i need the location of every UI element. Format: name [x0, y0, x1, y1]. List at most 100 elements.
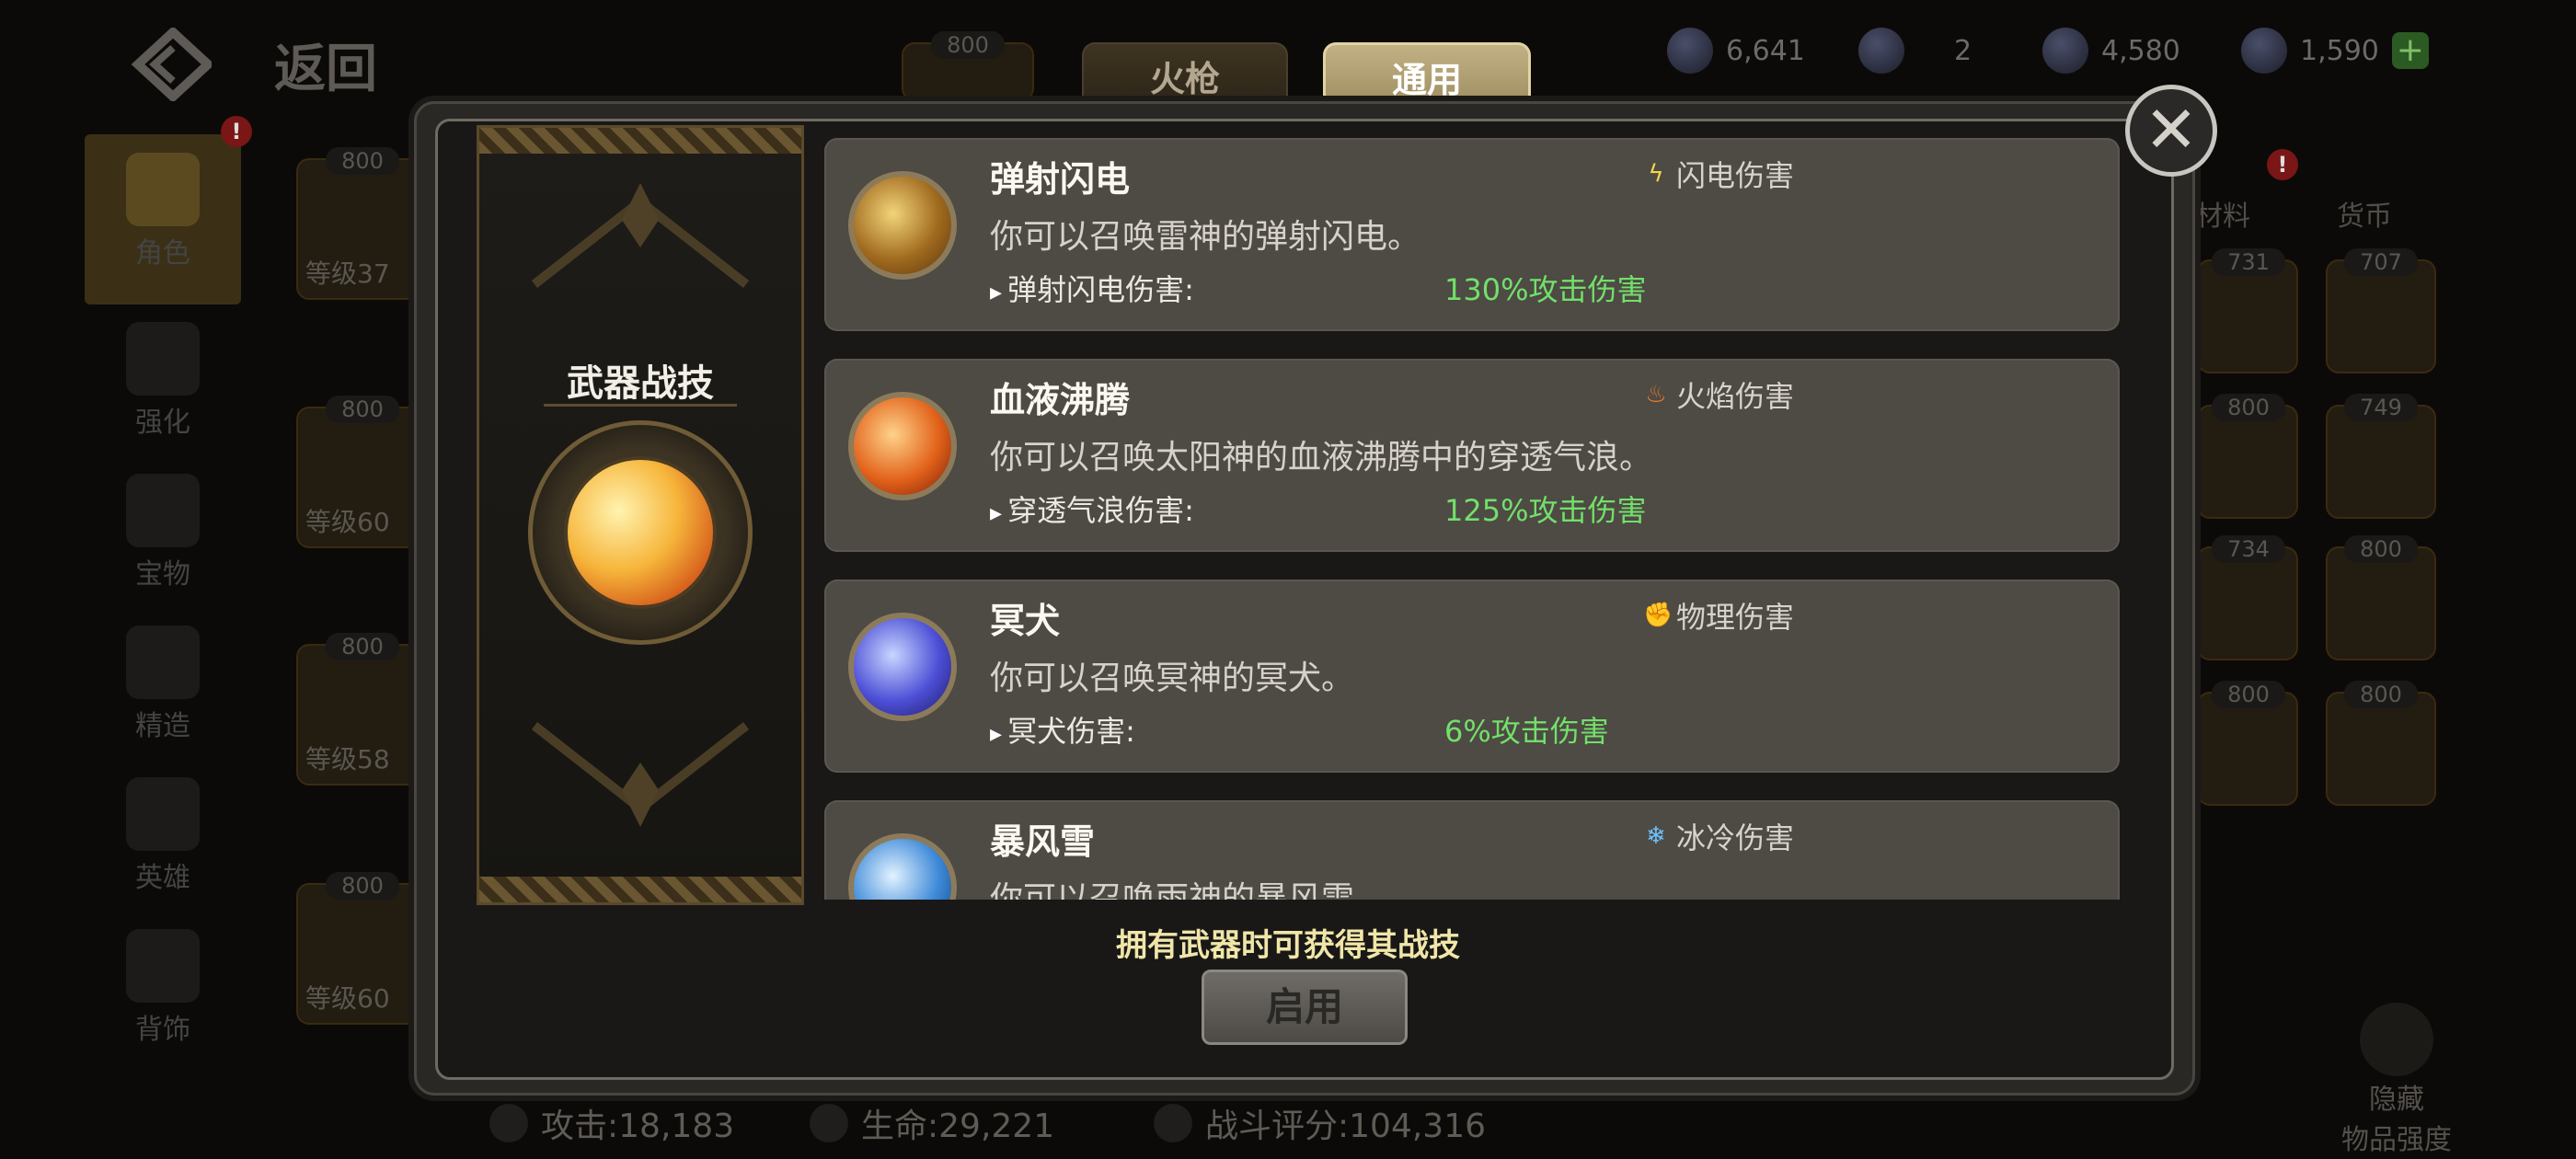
skill-list[interactable]: 弹射闪电 ϟ 闪电伤害 你可以召唤雷神的弹射闪电。 弹射闪电伤害: 130%攻击… [824, 138, 2122, 900]
inventory-item[interactable]: 731 [2197, 248, 2298, 373]
skill-description: 你可以召唤太阳神的血液沸腾中的穿透气浪。 [990, 439, 1653, 476]
skill-description: 你可以召唤雷神的弹射闪电。 [990, 218, 1421, 256]
equipment-slot[interactable]: 800 等级60 [296, 872, 420, 1025]
inventory-item[interactable]: 707 [2326, 248, 2436, 373]
hide-label-1: 隐藏 [2369, 1084, 2424, 1116]
wing-icon [126, 929, 200, 1003]
skill-damage-type: ✊ 物理伤害 [1643, 594, 1794, 637]
skill-name: 血液沸腾 [990, 380, 1131, 420]
skill-damage-type: ❄ 冰冷伤害 [1643, 815, 1794, 857]
stat-attack-value: 攻击:18,183 [541, 1107, 735, 1145]
skill-card[interactable]: 暴风雪 ❄ 冰冷伤害 你可以召唤雨神的暴风雪 [824, 800, 2120, 900]
resource-shell: 2 [1858, 26, 1972, 75]
stat-score: 战斗评分:104,316 [1154, 1099, 1486, 1147]
resource-value: 2 [1954, 34, 1972, 67]
slot-tag: 800 [326, 147, 399, 175]
equipment-slot[interactable]: 800 等级58 [296, 633, 420, 786]
inventory-item[interactable]: 800 [2197, 394, 2298, 519]
skill-card[interactable]: 冥犬 ✊ 物理伤害 你可以召唤冥神的冥犬。 冥犬伤害: 6%攻击伤害 [824, 580, 2120, 773]
blood-boil-icon [848, 392, 957, 500]
stat-score-value: 战斗评分:104,316 [1205, 1107, 1486, 1145]
slot-tag: 800 [931, 31, 1005, 59]
add-currency-button[interactable]: + [2391, 32, 2429, 69]
sidebar-item-hero[interactable]: 英雄 [85, 777, 241, 895]
skill-stat-label: 冥犬伤害: [990, 708, 1135, 751]
resource-locked-gem: 4,580 [2042, 26, 2180, 75]
skill-stat-value: 130%攻击伤害 [1444, 272, 1647, 307]
eye-hide-icon [2360, 1003, 2433, 1076]
resource-value: 1,590 [2300, 34, 2379, 67]
sidebar-item-treasure[interactable]: 宝物 [85, 474, 241, 591]
sidebar-item-back-accessory[interactable]: 背饰 [85, 929, 241, 1047]
bouncing-lightning-icon [848, 171, 957, 280]
skill-type-label: 冰冷伤害 [1676, 820, 1795, 855]
sidebar-item-forge[interactable]: 精造 [85, 625, 241, 743]
enable-button[interactable]: 启用 [1202, 970, 1408, 1045]
skill-stat-value: 125%攻击伤害 [1444, 493, 1647, 528]
skill-card[interactable]: 血液沸腾 ♨ 火焰伤害 你可以召唤太阳神的血液沸腾中的穿透气浪。 穿透气浪伤害:… [824, 359, 2120, 552]
sidebar-item-enhance[interactable]: 强化 [85, 322, 241, 440]
resource-silver: 6,641 [1667, 26, 1805, 75]
skill-damage-type: ♨ 火焰伤害 [1643, 373, 1794, 416]
gold-gem-icon [2241, 28, 2287, 74]
resource-value: 4,580 [2101, 34, 2180, 67]
hide-label-2: 物品强度 [2341, 1124, 2452, 1156]
ornament-icon [531, 183, 750, 288]
inventory-item[interactable]: 749 [2326, 394, 2436, 519]
inventory-item[interactable]: 800 [2197, 681, 2298, 806]
ornament-icon [531, 722, 750, 827]
slot-level: 等级58 [305, 744, 390, 775]
inventory-item[interactable]: 800 [2326, 535, 2436, 660]
alert-badge: ! [2267, 149, 2298, 180]
hellhound-icon [848, 613, 957, 721]
tab-currency[interactable]: 货币 [2337, 193, 2392, 234]
slot-level: 等级60 [305, 507, 390, 537]
item-tag: 800 [2212, 681, 2285, 708]
inventory-item[interactable]: 734 [2197, 535, 2298, 660]
equipment-slot[interactable]: 800 等级60 [296, 396, 420, 548]
tab-materials[interactable]: 材料 [2195, 193, 2250, 234]
sidebar-item-label: 宝物 [135, 558, 190, 591]
skill-description: 你可以召唤雨神的暴风雪 [990, 880, 1355, 900]
snowflake-icon: ❄ [1646, 822, 1666, 850]
resource-value: 6,641 [1726, 34, 1805, 67]
panel-title: 武器战技 [567, 362, 714, 405]
sidebar-item-label: 背饰 [135, 1014, 190, 1046]
compass-icon [126, 474, 200, 547]
footer-note: 拥有武器时可获得其战技 [1116, 927, 1460, 964]
panel-stripe [479, 128, 801, 154]
equipment-slot[interactable]: 800 等级37 [296, 147, 420, 300]
item-tag: 800 [2344, 535, 2418, 563]
stat-attack: 攻击:18,183 [489, 1099, 734, 1147]
back-label[interactable]: 返回 [274, 28, 377, 102]
skill-type-label: 闪电伤害 [1676, 158, 1795, 193]
alert-badge: ! [221, 116, 252, 147]
hide-item-power-button[interactable]: 隐藏 物品强度 [2328, 1003, 2466, 1157]
skill-card[interactable]: 弹射闪电 ϟ 闪电伤害 你可以召唤雷神的弹射闪电。 弹射闪电伤害: 130%攻击… [824, 138, 2120, 331]
sidebar-item-label: 英雄 [135, 862, 190, 894]
inventory-item[interactable]: 800 [2326, 681, 2436, 806]
resource-gold-gem: 1,590 + [2241, 26, 2429, 75]
slot-level: 等级37 [305, 258, 390, 289]
equipment-slot[interactable]: 800 [902, 31, 1034, 101]
item-tag: 731 [2212, 248, 2285, 276]
item-tag: 734 [2212, 535, 2285, 563]
silver-coin-icon [1667, 28, 1713, 74]
skill-type-label: 火焰伤害 [1676, 379, 1795, 414]
sidebar-item-character[interactable]: 角色 [85, 134, 241, 304]
skill-name: 冥犬 [990, 601, 1061, 641]
item-tag: 800 [2212, 394, 2285, 421]
sidebar-item-label: 角色 [135, 237, 190, 270]
locked-gem-icon [2042, 28, 2088, 74]
sidebar-item-label: 强化 [135, 407, 190, 439]
upgrade-arrow-icon [126, 322, 200, 396]
sidebar-item-label: 精造 [135, 710, 190, 742]
hero-icon [126, 777, 200, 851]
character-icon [126, 153, 200, 226]
skill-stat-label: 穿透气浪伤害: [990, 488, 1194, 530]
close-button[interactable]: ✕ [2125, 85, 2217, 177]
heart-icon [810, 1104, 848, 1142]
gem-shell-icon [1858, 28, 1904, 74]
item-tag: 749 [2344, 394, 2418, 421]
back-arrow-icon[interactable] [129, 26, 215, 103]
